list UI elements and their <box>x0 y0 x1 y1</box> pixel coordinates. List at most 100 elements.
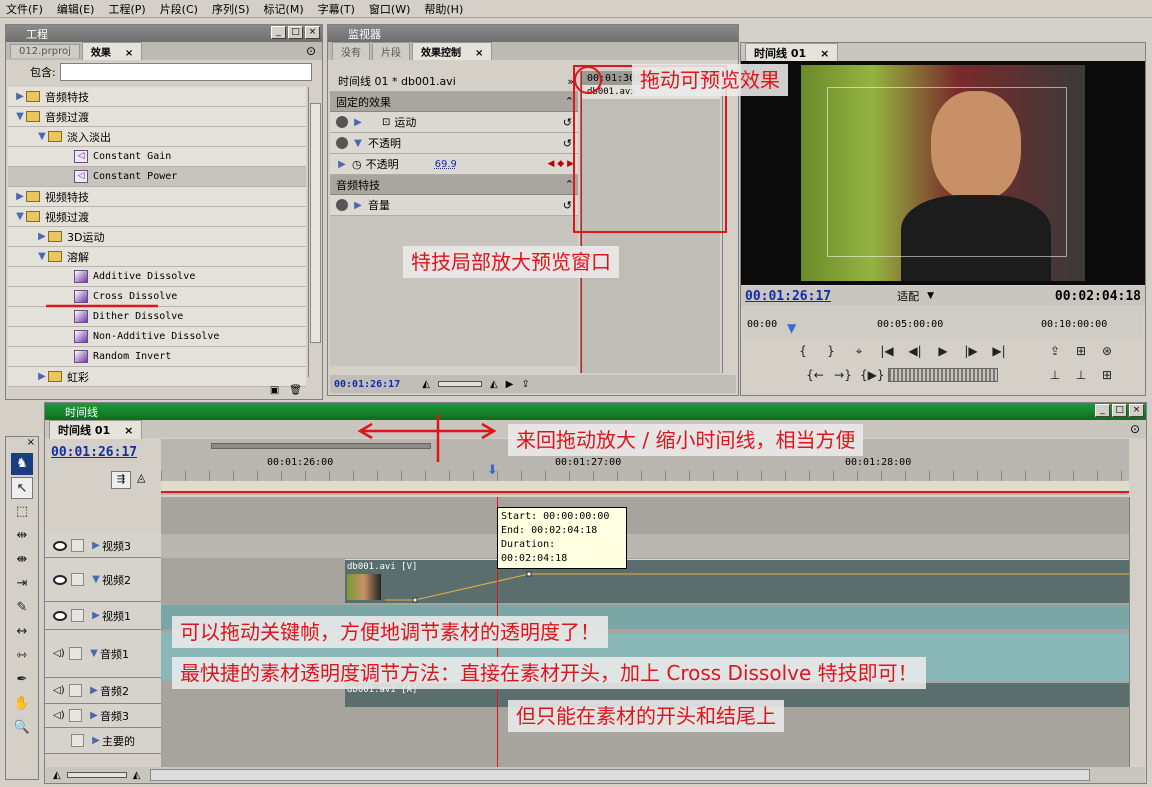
effect-timeline-area[interactable]: 00:01:30:00 db001.avi <box>580 71 720 373</box>
mark-in-icon[interactable]: { <box>792 341 814 361</box>
track-header[interactable]: ◁) ▼ 音频1 <box>45 630 161 678</box>
opacity-row[interactable]: ▼ 不透明 ↺ <box>330 133 578 154</box>
playhead-icon[interactable]: ⬇ <box>487 463 498 478</box>
tree-scrollbar[interactable] <box>308 87 322 377</box>
go-out-icon[interactable]: ▶| <box>988 341 1010 361</box>
reset-icon[interactable]: ↺ <box>563 199 572 212</box>
export-icon[interactable]: ⇪ <box>521 379 529 390</box>
menu-item[interactable]: 序列(S) <box>212 1 250 17</box>
clip-video[interactable]: db001.avi [V] <box>345 559 1129 603</box>
fit-select[interactable]: 适配 <box>897 288 919 304</box>
opacity-value[interactable]: 69.9 <box>435 159 457 170</box>
volume-row[interactable]: ▶ 音量 ↺ <box>330 195 578 216</box>
ripple-edit-icon[interactable]: ⇹ <box>11 525 33 547</box>
tree-item[interactable]: Non-Additive Dissolve <box>8 327 306 347</box>
toggle-icon[interactable] <box>336 199 348 211</box>
zoom-in-icon[interactable]: ◭ <box>490 379 498 390</box>
pen-icon[interactable]: ✒ <box>11 669 33 691</box>
rate-stretch-icon[interactable]: ⇥ <box>11 573 33 595</box>
zoom-slider[interactable] <box>437 381 482 387</box>
menu-item[interactable]: 窗口(W) <box>369 1 410 17</box>
eye-icon[interactable] <box>53 540 67 551</box>
keyframe-2[interactable] <box>526 571 532 577</box>
video-viewer[interactable] <box>741 61 1145 285</box>
tab-project[interactable]: 012.prproj <box>10 44 80 58</box>
lift-icon[interactable]: ⇪ <box>1044 341 1066 361</box>
maximize-button[interactable]: □ <box>288 26 303 39</box>
tree-item[interactable]: ▼ 淡入淡出 <box>8 127 306 147</box>
reset-icon[interactable]: ↺ <box>563 137 572 150</box>
marker-icon[interactable]: ◬ <box>137 471 145 484</box>
play-icon[interactable]: ▶ <box>506 379 514 390</box>
toggle-icon[interactable] <box>336 137 348 149</box>
collapse-icon[interactable]: ⌃ <box>565 95 574 108</box>
opacity-value-row[interactable]: ▶ ◷ 不透明 69.9 ◀ ◆ ▶ <box>330 154 578 175</box>
zoom-in-icon[interactable]: ◭ <box>133 770 141 781</box>
chevron-right-icon[interactable]: ▶ <box>36 231 48 242</box>
trim-icon[interactable]: ⊥ <box>1070 365 1092 385</box>
chevron-right-icon[interactable]: ▶ <box>14 191 26 202</box>
keyframe-1[interactable] <box>412 597 418 603</box>
tab-none[interactable]: 没有 <box>332 42 370 60</box>
collapse-icon[interactable]: ⌃ <box>565 178 574 191</box>
safe-margins-icon[interactable]: ⊞ <box>1070 341 1092 361</box>
tree-item[interactable]: ◁ Constant Power <box>8 167 306 187</box>
zoom-out-icon[interactable]: ◭ <box>53 770 61 781</box>
eye-icon[interactable] <box>53 610 67 621</box>
keyframe-nav-icon[interactable]: ◀ ◆ ▶ <box>548 159 575 169</box>
track-header[interactable]: ▶ 主要的 <box>45 728 161 754</box>
go-prev-icon[interactable]: {← <box>804 365 826 385</box>
selection-tool-icon[interactable]: ↖ <box>11 477 33 499</box>
expand-icon[interactable]: ▼ <box>352 138 364 149</box>
new-bin-icon[interactable]: ▣ <box>270 385 279 396</box>
chevron-down-icon[interactable]: ▼ <box>14 111 26 122</box>
track-header[interactable]: ◁) ▶ 音频3 <box>45 704 161 728</box>
tab-clip[interactable]: 片段 <box>372 42 410 60</box>
minimize-button[interactable]: _ <box>1095 404 1110 417</box>
slide-icon[interactable]: ⇿ <box>11 645 33 667</box>
snap-icon[interactable]: ⇶ <box>111 471 131 489</box>
extract-icon[interactable]: ⊥ <box>1044 365 1066 385</box>
close-icon[interactable]: × <box>475 48 483 59</box>
tree-item[interactable]: ▼ 视频过渡 <box>8 207 306 227</box>
toggle-icon[interactable] <box>336 116 348 128</box>
tree-item[interactable]: ▶ 3D运动 <box>8 227 306 247</box>
lock-toggle[interactable] <box>71 573 84 586</box>
lock-toggle[interactable] <box>71 734 84 747</box>
track-header[interactable]: ◁) ▶ 音频2 <box>45 678 161 704</box>
chevron-down-icon[interactable]: ▼ <box>36 131 48 142</box>
mark-out-icon[interactable]: } <box>820 341 842 361</box>
go-in-icon[interactable]: |◀ <box>876 341 898 361</box>
reset-icon[interactable]: ↺ <box>563 116 572 129</box>
opacity-keyframe-line[interactable] <box>345 560 1129 604</box>
program-current-time[interactable]: 00:01:26:17 <box>745 289 831 304</box>
close-button[interactable]: × <box>305 26 320 39</box>
menu-item[interactable]: 标记(M) <box>264 1 304 17</box>
close-icon[interactable]: × <box>124 424 133 437</box>
minimize-button[interactable]: _ <box>271 26 286 39</box>
tab-timeline01[interactable]: 时间线 01 × <box>49 419 143 439</box>
output-icon[interactable]: ⊛ <box>1096 341 1118 361</box>
tree-item[interactable]: ▶ 音频特技 <box>8 87 306 107</box>
scroll-thumb[interactable] <box>310 103 321 343</box>
playhead-icon[interactable]: ▼ <box>787 321 796 335</box>
timeline-scrollbar[interactable] <box>1129 497 1145 767</box>
maximize-button[interactable]: □ <box>1112 404 1127 417</box>
chevron-down-icon[interactable]: ▼ <box>36 251 48 262</box>
tree-item[interactable]: Random Invert <box>8 347 306 367</box>
eye-icon[interactable] <box>53 574 67 585</box>
panel-menu-icon[interactable]: ⊙ <box>1130 422 1140 436</box>
lock-toggle[interactable] <box>69 709 82 722</box>
track-header[interactable]: ▶ 视频3 <box>45 534 161 558</box>
tree-item[interactable]: ▼ 音频过渡 <box>8 107 306 127</box>
close-button[interactable]: × <box>1129 404 1144 417</box>
zoom-out-icon[interactable]: ◭ <box>422 379 430 390</box>
panel-menu-icon[interactable]: ⊙ <box>306 44 316 58</box>
menu-item[interactable]: 字幕(T) <box>318 1 355 17</box>
play-in-out-icon[interactable]: {▶} <box>860 365 885 385</box>
work-area-bar[interactable] <box>161 481 1129 493</box>
expand-icon[interactable]: ▶ <box>352 200 364 211</box>
motion-row[interactable]: ▶ ⊡ 运动 ↺ <box>330 112 578 133</box>
expand-icon[interactable]: ▼ <box>88 648 100 659</box>
jog-shuttle[interactable] <box>888 368 998 382</box>
